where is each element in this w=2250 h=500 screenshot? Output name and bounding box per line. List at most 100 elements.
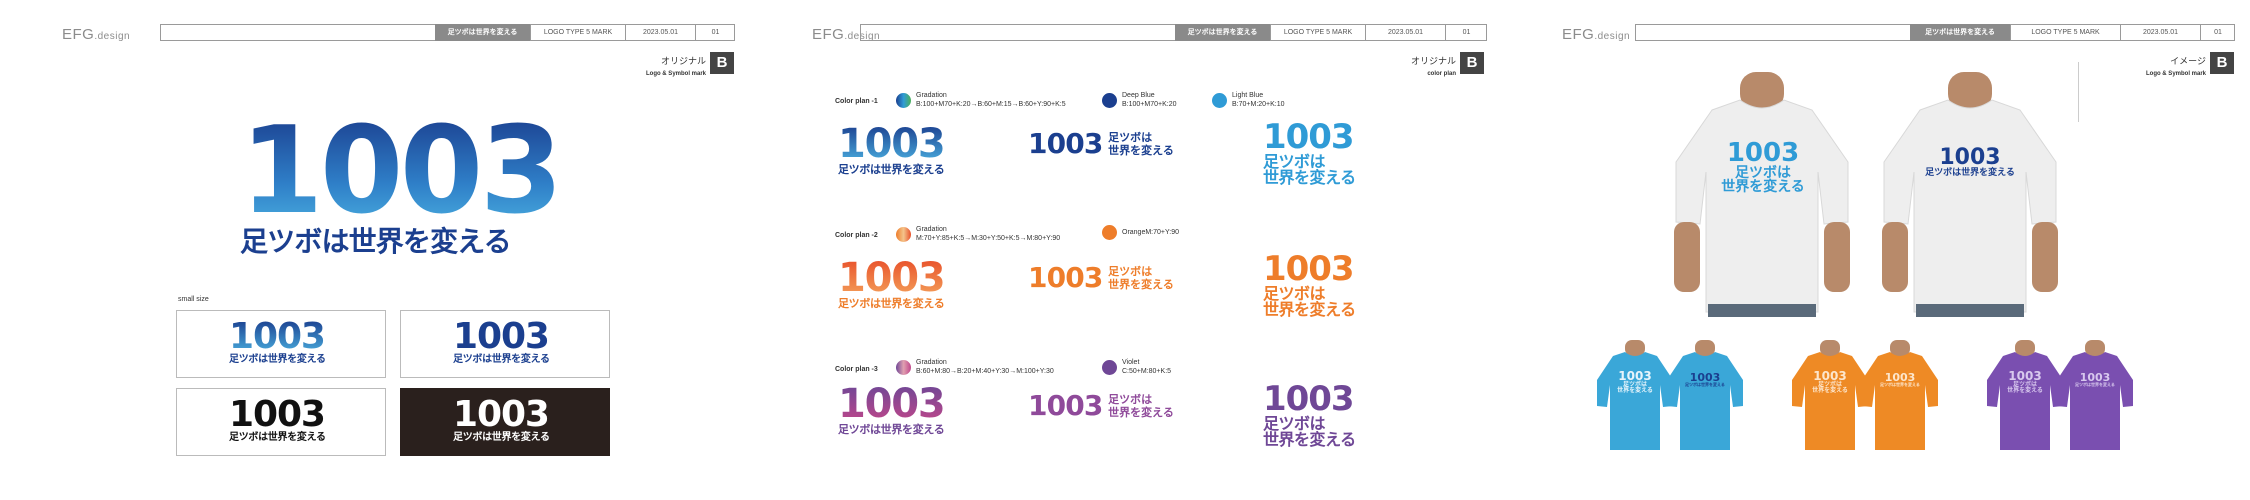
tshirt-logo-number: 1003 xyxy=(1726,138,1800,168)
brand-sub: .design xyxy=(1594,31,1631,42)
header-date: 2023.05.01 xyxy=(1365,24,1445,41)
header-title: 足ツボは世界を変える xyxy=(1910,24,2010,41)
swatch-name: Deep Blue xyxy=(1122,92,1155,99)
logo-tagline: 足ツボは世界を変える xyxy=(838,163,945,176)
small-logo-number: 1003 xyxy=(453,394,550,435)
panel-color-plan: EFG.design 足ツボは世界を変える LOGO TYPE 5 MARK 2… xyxy=(750,0,1500,500)
panel-subtitle: オリジナル Logo & Symbol mark xyxy=(646,56,706,80)
tshirt-illustration xyxy=(1792,340,1868,450)
tshirt-logo-tagline: 足ツボは世界を変える xyxy=(1925,168,2015,178)
brand-main: EFG xyxy=(812,26,845,43)
plan-2-swatch-gradient xyxy=(896,227,911,242)
plan-2-logo-stacked: 1003 足ツボは世界を変える xyxy=(838,255,946,309)
section-badge: B xyxy=(710,52,734,74)
small-logo: 1003 足ツボは世界を変える xyxy=(229,319,326,365)
brand-main: EFG xyxy=(62,26,95,43)
swatch-name: Gradation xyxy=(916,359,947,366)
small-logo: 1003 足ツボは世界を変える xyxy=(453,319,550,365)
tshirt-logo-tagline-l2: 世界を変える xyxy=(1617,387,1653,394)
swatch-spec: B:70+M:20+K:10 xyxy=(1232,101,1285,108)
violet-tshirt-1: 1003 足ツボは 世界を変える xyxy=(1985,340,2065,450)
plan-1-swatch-light-blue-text: Light Blue B:70+M:20+K:10 xyxy=(1232,91,1285,109)
section-badge: B xyxy=(2210,52,2234,74)
panel-subtitle: イメージ Logo & Symbol mark xyxy=(2146,56,2206,80)
subtitle-en: Logo & Symbol mark xyxy=(645,71,706,77)
tshirt-illustration xyxy=(1987,340,2063,450)
small-logo-number: 1003 xyxy=(453,316,550,357)
tshirt-logo: 1003足ツボは世界を変える xyxy=(1615,370,1655,394)
logo-number: 1003 xyxy=(1263,249,1355,289)
subtitle-jp: オリジナル xyxy=(1410,56,1456,66)
logo-tagline-l1: 足ツボは xyxy=(1108,265,1153,278)
logo-tagline-l1: 足ツボは xyxy=(1108,131,1153,144)
plan-3-label: Color plan -3 xyxy=(835,366,878,373)
small-logo-tagline: 足ツボは世界を変える xyxy=(229,432,326,443)
header-title: 足ツボは世界を変える xyxy=(1175,24,1270,41)
orange-tshirt-2: 1003 足ツボは世界を変える xyxy=(1860,340,1940,450)
tshirt-logo-tagline-l1: 足ツボは xyxy=(1735,165,1791,181)
swatch-spec: B:100+M70+K:20→B:60+M:15→B:60+Y:90+K:5 xyxy=(916,101,1066,108)
header-type: LOGO TYPE 5 MARK xyxy=(2010,24,2120,41)
swatch-name: Light Blue xyxy=(1232,92,1264,99)
swatch-spec: M:70+Y:85+K:5→M:30+Y:50+K:5→M:80+Y:90 xyxy=(916,235,1061,242)
panel-image-mockup: EFG.design 足ツボは世界を変える LOGO TYPE 5 MARK 2… xyxy=(1500,0,2250,500)
header-page: 01 xyxy=(1445,24,1487,41)
panel-subtitle: オリジナル color plan xyxy=(1411,56,1456,80)
plan-2-swatch-orange xyxy=(1102,225,1117,240)
small-logo-tagline: 足ツボは世界を変える xyxy=(453,432,550,443)
tshirt-illustration xyxy=(1862,340,1938,450)
tshirt-logo-number: 1003 xyxy=(1939,145,2001,170)
plan-1-swatch-deep-blue-text: Deep Blue B:100+M70+K:20 xyxy=(1122,91,1177,109)
swatch-spec: B:100+M70+K:20 xyxy=(1122,101,1177,108)
subtitle-jp: イメージ xyxy=(2170,56,2206,66)
header-page: 01 xyxy=(2200,24,2235,41)
subtitle-en: Logo & Symbol mark xyxy=(2145,71,2206,77)
blue-tshirt-2: 1003 足ツボは世界を変える xyxy=(1665,340,1745,450)
logo-number: 1003 xyxy=(1263,117,1355,157)
small-logo-box-black: 1003 足ツボは世界を変える xyxy=(176,388,386,456)
brand-logo: EFG.design xyxy=(1562,26,1630,43)
plan-2-logo-horizontal: 1003 足ツボは 世界を変える xyxy=(1028,264,1174,292)
plan-2-swatch-orange-text: OrangeM:70+Y:90 xyxy=(1122,228,1179,237)
logo-tagline: 足ツボは世界を変える xyxy=(838,423,945,436)
small-logo-number: 1003 xyxy=(229,394,326,435)
small-logo-box-gradient: 1003 足ツボは世界を変える xyxy=(176,310,386,378)
swatch-name: Gradation xyxy=(916,226,947,233)
header-date: 2023.05.01 xyxy=(625,24,695,41)
small-logo: 1003 足ツボは世界を変える xyxy=(229,397,326,443)
logo-tagline-l2: 世界を変える xyxy=(1108,278,1174,291)
plan-3-swatch-violet-text: Violet C:50+M:80+K:5 xyxy=(1122,358,1171,376)
section-badge: B xyxy=(1460,52,1484,74)
tshirt-illustration xyxy=(2057,340,2133,450)
tshirt-logo-tagline-l2: 世界を変える xyxy=(1721,179,1805,195)
tshirt-logo-tagline: 足ツボは世界を変える xyxy=(1685,382,1725,387)
logo-number: 1003 xyxy=(1028,127,1103,160)
logo-tagline-l2: 世界を変える xyxy=(1108,406,1174,419)
tshirt-logo-tagline-l2: 世界を変える xyxy=(1812,387,1848,394)
plan-2-logo-vertical: 1003 足ツボは 世界を変える xyxy=(1263,252,1356,318)
logo-tagline-l2: 世界を変える xyxy=(1263,168,1356,187)
plan-1-swatch-gradient xyxy=(896,93,911,108)
plan-2-label: Color plan -2 xyxy=(835,232,878,239)
plan-1-swatch-deep-blue xyxy=(1102,93,1117,108)
header-type: LOGO TYPE 5 MARK xyxy=(1270,24,1365,41)
plan-1-swatch-light-blue xyxy=(1212,93,1227,108)
tshirt-illustration xyxy=(1667,340,1743,450)
swatch-name: Gradation xyxy=(916,92,947,99)
logo-number: 1003 xyxy=(1028,261,1103,294)
tshirt-logo: 1003足ツボは世界を変える xyxy=(2073,372,2117,387)
small-logo-box-blue: 1003 足ツボは世界を変える xyxy=(400,310,610,378)
violet-tshirt-2: 1003 足ツボは世界を変える xyxy=(2055,340,2135,450)
plan-3-swatch-gradient xyxy=(896,360,911,375)
swatch-name: Violet xyxy=(1122,359,1140,366)
white-tshirt-1: 1003 足ツボは 世界を変える xyxy=(1672,72,1852,317)
small-logo-tagline: 足ツボは世界を変える xyxy=(453,354,550,365)
tshirt-logo: 1003 足ツボは世界を変える xyxy=(1920,147,2020,178)
logo-number: 1003 xyxy=(838,255,946,301)
tshirt-illustration xyxy=(1597,340,1673,450)
plan-1-label: Color plan -1 xyxy=(835,98,878,105)
plan-3-logo-horizontal: 1003 足ツボは 世界を変える xyxy=(1028,392,1174,420)
small-logo-box-dark: 1003 足ツボは世界を変える xyxy=(400,388,610,456)
tshirt-logo: 1003足ツボは世界を変える xyxy=(1810,370,1850,394)
brand-sub: .design xyxy=(94,31,131,42)
